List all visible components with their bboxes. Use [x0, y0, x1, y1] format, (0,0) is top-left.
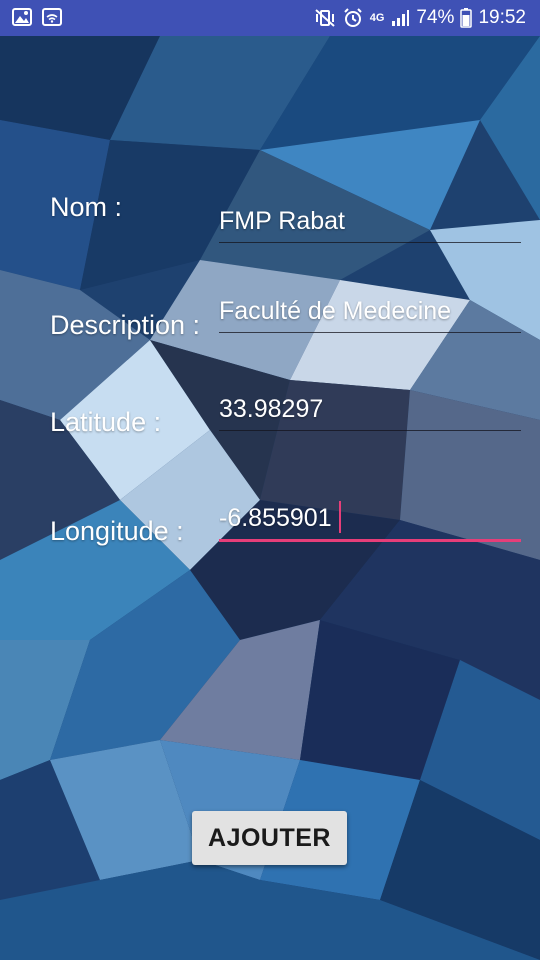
network-4g-icon: 4G [369, 12, 385, 24]
battery-icon [460, 8, 473, 28]
description-input[interactable] [219, 292, 521, 330]
clock-time: 19:52 [478, 7, 526, 28]
nom-label: Nom : [50, 192, 123, 222]
latitude-field[interactable] [219, 390, 521, 431]
longitude-label: Longitude : [50, 516, 184, 546]
battery-percent: 74% [416, 7, 455, 28]
ajouter-button[interactable]: AJOUTER [192, 811, 347, 865]
latitude-input[interactable] [219, 390, 521, 428]
nom-field[interactable] [219, 202, 521, 243]
image-icon [12, 8, 32, 26]
longitude-field[interactable] [219, 499, 521, 542]
nom-input[interactable] [219, 202, 521, 240]
wifi-icon [42, 8, 62, 26]
description-field[interactable] [219, 292, 521, 333]
text-cursor [339, 501, 341, 533]
alarm-icon [342, 8, 364, 28]
form-container: Nom : Description : Latitude : Longitude… [0, 36, 540, 960]
status-bar: 4G 74% 19:52 [0, 0, 540, 36]
mute-vibrate-icon [314, 8, 336, 28]
description-label: Description : [50, 310, 201, 340]
latitude-label: Latitude : [50, 407, 162, 437]
longitude-input[interactable] [219, 499, 521, 537]
signal-icon [390, 9, 410, 27]
